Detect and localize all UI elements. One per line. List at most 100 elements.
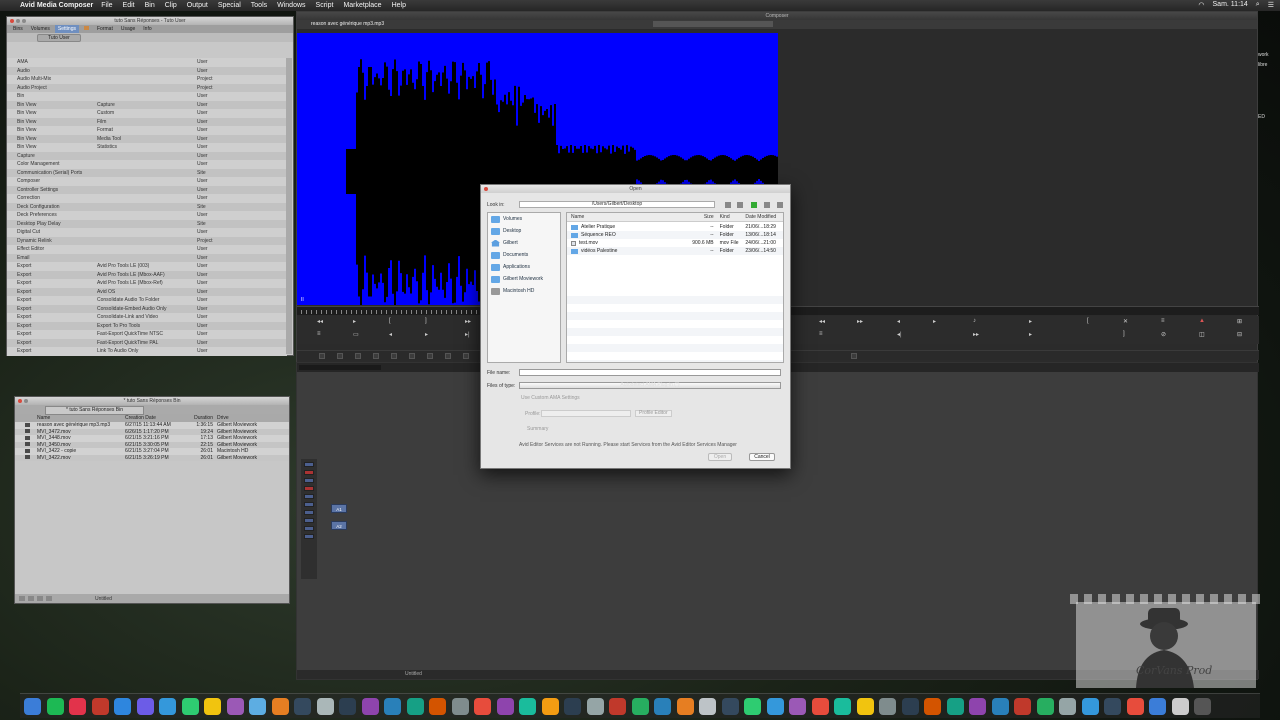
sidebar-item-documents[interactable]: Documents bbox=[488, 249, 560, 261]
dock-app-icon[interactable] bbox=[339, 697, 356, 715]
record-mark-out-button[interactable]: ] bbox=[1123, 331, 1125, 337]
record-sync-button[interactable]: ⊘ bbox=[1161, 331, 1166, 338]
record-mark-button[interactable]: ♪ bbox=[973, 318, 976, 324]
forward-icon[interactable] bbox=[737, 202, 743, 208]
record-grid-button[interactable]: ⊞ bbox=[1237, 318, 1242, 325]
dock-app-icon[interactable] bbox=[91, 697, 109, 715]
record-play-forward-button[interactable]: ▸ bbox=[1029, 318, 1032, 325]
settings-row[interactable]: Bin View Media Tool User bbox=[7, 134, 287, 143]
wifi-icon[interactable]: ◠ bbox=[1198, 1, 1204, 9]
settings-window-titlebar[interactable]: tuto Sans Réponses - Tuto User bbox=[7, 17, 293, 25]
summary-disclosure[interactable]: Summary bbox=[527, 426, 548, 432]
sidebar-item-applications[interactable]: Applications bbox=[488, 261, 560, 273]
menu-bin[interactable]: Bin bbox=[145, 2, 155, 9]
go-to-out-button[interactable]: ▸| bbox=[465, 331, 470, 338]
file-type-select[interactable]: Autodetect AMA Plug-in (*) bbox=[519, 382, 781, 389]
dock-app-icon[interactable] bbox=[69, 697, 86, 715]
track-patch-button[interactable] bbox=[304, 478, 314, 483]
tool-button[interactable] bbox=[373, 353, 379, 359]
minimize-icon[interactable] bbox=[24, 399, 28, 403]
settings-row[interactable]: Export Consolidate Audio To Folder User bbox=[7, 296, 287, 305]
dock-app-icon[interactable] bbox=[586, 697, 604, 715]
tool-button[interactable] bbox=[851, 353, 857, 359]
dock-app-icon[interactable] bbox=[1194, 697, 1211, 715]
sidebar-item-macintosh-hd[interactable]: Macintosh HD bbox=[488, 285, 560, 297]
dock-app-icon[interactable] bbox=[744, 697, 761, 715]
zoom-icon[interactable] bbox=[22, 19, 26, 23]
splice-in-button[interactable]: ≡ bbox=[317, 331, 321, 337]
tool-button[interactable] bbox=[355, 353, 361, 359]
dock-app-icon[interactable] bbox=[699, 697, 716, 715]
record-effect-button[interactable]: ▲ bbox=[1199, 318, 1205, 324]
bin-view-brief-icon[interactable] bbox=[19, 596, 25, 601]
dock-app-icon[interactable] bbox=[1149, 697, 1166, 715]
list-view-icon[interactable] bbox=[764, 202, 770, 208]
dock-app-icon[interactable] bbox=[676, 697, 694, 715]
sidebar-item-gilbert-moviework[interactable]: Gilbert Moviework bbox=[488, 273, 560, 285]
file-col-date[interactable]: Date Modified bbox=[745, 213, 783, 221]
settings-row[interactable]: Bin View Capture User bbox=[7, 100, 287, 109]
notification-center-icon[interactable]: ☰ bbox=[1268, 1, 1274, 9]
record-forward-button[interactable]: ▸ bbox=[933, 318, 936, 325]
lift-button[interactable]: ◂ bbox=[389, 331, 392, 338]
settings-row[interactable]: Export Avid OS User bbox=[7, 287, 287, 296]
dock-app-icon[interactable] bbox=[946, 697, 964, 715]
timeline-footer-label[interactable]: Untitled bbox=[405, 671, 422, 677]
dock-app-icon[interactable] bbox=[519, 697, 536, 715]
mark-in-button[interactable]: [ bbox=[389, 318, 391, 324]
settings-row[interactable]: Export Fast-Export QuickTime PAL User bbox=[7, 338, 287, 347]
dock-app-icon[interactable] bbox=[159, 697, 176, 715]
app-menu[interactable]: Avid Media Composer bbox=[20, 2, 93, 9]
profile-editor-button[interactable]: Profile Editor bbox=[635, 410, 672, 417]
dock-app-icon[interactable] bbox=[361, 697, 379, 715]
look-in-path-select[interactable]: /Users/Gilbert/Desktop bbox=[519, 201, 715, 208]
menu-windows[interactable]: Windows bbox=[277, 2, 305, 9]
dock-app-icon[interactable] bbox=[496, 697, 514, 715]
track-patch-button[interactable] bbox=[304, 462, 314, 467]
record-step-back-button[interactable]: ◂◂ bbox=[819, 318, 825, 325]
dock-app-icon[interactable] bbox=[316, 697, 334, 715]
step-forward-button[interactable]: ▸▸ bbox=[465, 318, 471, 325]
file-name-input[interactable] bbox=[519, 369, 781, 376]
detail-view-icon[interactable] bbox=[777, 202, 783, 208]
menu-clip[interactable]: Clip bbox=[165, 2, 177, 9]
menu-tools[interactable]: Tools bbox=[251, 2, 267, 9]
dock-app-icon[interactable] bbox=[1036, 697, 1054, 715]
record-cut-button[interactable]: ✕ bbox=[1123, 318, 1128, 325]
sidebar-item-desktop[interactable]: Desktop bbox=[488, 225, 560, 237]
tool-button[interactable] bbox=[319, 353, 325, 359]
record-split-button[interactable]: ◫ bbox=[1199, 331, 1205, 338]
settings-row[interactable]: Export Avid Pro Tools LE (003) User bbox=[7, 262, 287, 271]
settings-row[interactable]: Export Link To Audio Only User bbox=[7, 347, 287, 356]
clock[interactable]: Sam. 11:14 bbox=[1213, 1, 1248, 9]
dock-app-icon[interactable] bbox=[1104, 697, 1121, 715]
tool-button[interactable] bbox=[463, 353, 469, 359]
dock-app-icon[interactable] bbox=[1171, 697, 1189, 715]
dock-app-icon[interactable] bbox=[271, 697, 289, 715]
file-row[interactable]: vidéos Palestine -- Folder 23/06/...14:50 bbox=[567, 247, 783, 255]
dock-app-icon[interactable] bbox=[901, 697, 919, 715]
settings-row[interactable]: Export Fast-Export QuickTime NTSC User bbox=[7, 330, 287, 339]
dock-app-icon[interactable] bbox=[1081, 697, 1099, 715]
bin-view-frame-icon[interactable] bbox=[37, 596, 43, 601]
dock-app-icon[interactable] bbox=[384, 697, 401, 715]
bin-col-name[interactable]: Name bbox=[37, 414, 125, 422]
menu-file[interactable]: File bbox=[101, 2, 112, 9]
dock-app-icon[interactable] bbox=[1014, 697, 1031, 715]
settings-row[interactable]: Export Avid Pro Tools LE (Mbox-AAF) User bbox=[7, 270, 287, 279]
composer-titlebar[interactable]: Composer bbox=[297, 12, 1257, 20]
menu-special[interactable]: Special bbox=[218, 2, 241, 9]
dock-app-icon[interactable] bbox=[856, 697, 874, 715]
record-next-button[interactable]: ▸ bbox=[1029, 331, 1032, 338]
spotlight-icon[interactable]: ⌕ bbox=[1256, 1, 1260, 9]
settings-row[interactable]: Capture User bbox=[7, 151, 287, 160]
dock-app-icon[interactable] bbox=[429, 697, 446, 715]
settings-row[interactable]: Audio Multi-Mix Project bbox=[7, 75, 287, 84]
file-col-name[interactable]: Name bbox=[567, 213, 688, 221]
dock-app-icon[interactable] bbox=[294, 697, 311, 715]
settings-row[interactable]: Digital Cut User bbox=[7, 228, 287, 237]
play-button[interactable]: ▸ bbox=[353, 318, 356, 325]
user-selector[interactable]: Tuto User bbox=[37, 34, 81, 42]
bin-view-selector[interactable]: Untitled bbox=[95, 596, 112, 602]
settings-row[interactable]: Color Management User bbox=[7, 160, 287, 169]
